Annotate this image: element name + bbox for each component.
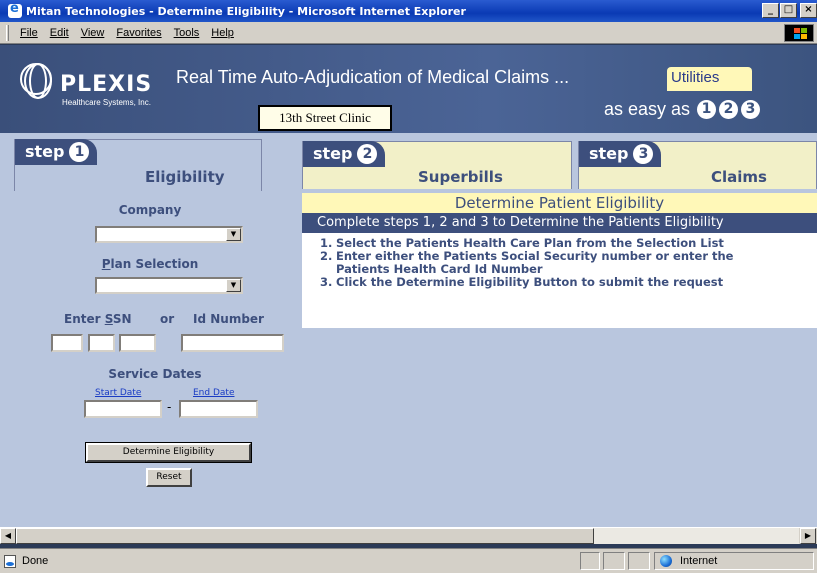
list-item: 3. Click the Determine Eligibility Button… [320,275,724,289]
determine-eligibility-button[interactable]: Determine Eligibility [85,442,252,463]
menu-help[interactable]: Help [205,27,240,39]
window-title: Mitan Technologies - Determine Eligibili… [26,4,466,18]
tab-eligibility[interactable]: step 1 Eligibility [14,139,262,191]
instructions-list: 1. Select the Patients Health Care Plan f… [302,233,817,328]
page-done-icon [4,555,16,568]
ssn-part-2-input[interactable] [88,334,115,352]
scrollbar-track[interactable] [594,528,799,544]
eligibility-form: Company ▼ Plan Selection ▼ Enter SSN or … [0,188,300,527]
ssn-label: Enter SSN [64,312,132,326]
logo-name: PLEXIS [60,72,153,97]
menu-tools[interactable]: Tools [168,27,206,39]
tab-eligibility-label: Eligibility [145,168,225,186]
easy-as-text: as easy as [604,99,691,119]
zone-pane: Internet [654,552,814,570]
menu-favorites[interactable]: Favorites [110,27,167,39]
status-text: Done [22,555,49,567]
step-1-label: step 1 [15,139,98,165]
utilities-tab[interactable]: Utilities [667,67,752,91]
page-header: PLEXIS Healthcare Systems, Inc. Real Tim… [0,45,817,133]
company-select[interactable]: ▼ [95,226,243,243]
plan-select[interactable]: ▼ [95,277,243,294]
status-pane [628,552,650,570]
chevron-down-icon[interactable]: ▼ [226,228,241,241]
status-pane [603,552,625,570]
step-2-label: step 2 [303,141,386,167]
step-3-icon: 3 [741,100,761,119]
status-pane [580,552,600,570]
window-controls: _ □ × [762,3,817,18]
step-1-icon: 1 [697,100,717,119]
start-date-link[interactable]: Start Date [95,388,141,398]
end-date-link[interactable]: End Date [193,388,234,398]
menu-view[interactable]: View [75,27,111,39]
id-number-input[interactable] [181,334,284,352]
chevron-down-icon[interactable]: ▼ [226,279,241,292]
service-dates-label: Service Dates [108,367,202,381]
scroll-left-icon[interactable]: ◀ [0,528,16,544]
instructions-panel: Determine Patient Eligibility Complete s… [302,193,817,333]
tab-superbills-label: Superbills [418,168,503,186]
step-3-number-icon: 3 [633,144,654,164]
zone-text: Internet [680,555,718,567]
windows-logo-icon [784,24,814,42]
menu-bar: File Edit View Favorites Tools Help [0,22,817,44]
header-title: Real Time Auto-Adjudication of Medical C… [176,67,570,87]
menu-edit[interactable]: Edit [44,27,75,39]
maximize-button[interactable]: □ [780,3,797,18]
step-2-number-icon: 2 [357,144,378,164]
tab-claims[interactable]: step 3 Claims [578,141,817,189]
date-separator: - [167,400,172,414]
menu-file[interactable]: File [14,27,44,39]
tab-claims-label: Claims [711,168,767,186]
tab-superbills[interactable]: step 2 Superbills [302,141,572,189]
plan-selection-label: Plan Selection [101,257,199,271]
or-label: or [160,312,175,326]
easy-as-tagline: as easy as 1 2 3 [604,99,761,120]
ssn-part-1-input[interactable] [51,334,83,352]
instructions-title: Determine Patient Eligibility [302,193,817,213]
status-bar: Done Internet [0,548,817,573]
company-label: Company [118,203,182,217]
id-number-label: Id Number [193,312,264,326]
step-2-icon: 2 [719,100,739,119]
step-3-label: step 3 [579,141,662,167]
instructions-subtitle: Complete steps 1, 2 and 3 to Determine t… [302,213,817,233]
internet-explorer-icon [8,1,22,18]
window-titlebar[interactable]: Mitan Technologies - Determine Eligibili… [0,0,817,22]
clinic-name-box: 13th Street Clinic [258,105,392,131]
reset-button[interactable]: Reset [146,468,192,487]
close-button[interactable]: × [800,3,817,18]
ssn-part-3-input[interactable] [119,334,156,352]
toolbar-grip[interactable] [6,24,9,41]
step-1-number-icon: 1 [69,142,90,162]
logo-subtitle: Healthcare Systems, Inc. [62,98,151,107]
scrollbar-thumb[interactable] [16,528,594,544]
step-tabs: step 1 Eligibility step 2 Superbills ste… [0,133,817,191]
minimize-button[interactable]: _ [762,3,779,18]
horizontal-scrollbar[interactable]: ◀ ▶ [0,527,817,544]
start-date-input[interactable] [84,400,162,418]
scroll-right-icon[interactable]: ▶ [800,528,816,544]
plexis-logo-icon [20,63,52,99]
end-date-input[interactable] [179,400,258,418]
globe-icon [660,555,672,567]
